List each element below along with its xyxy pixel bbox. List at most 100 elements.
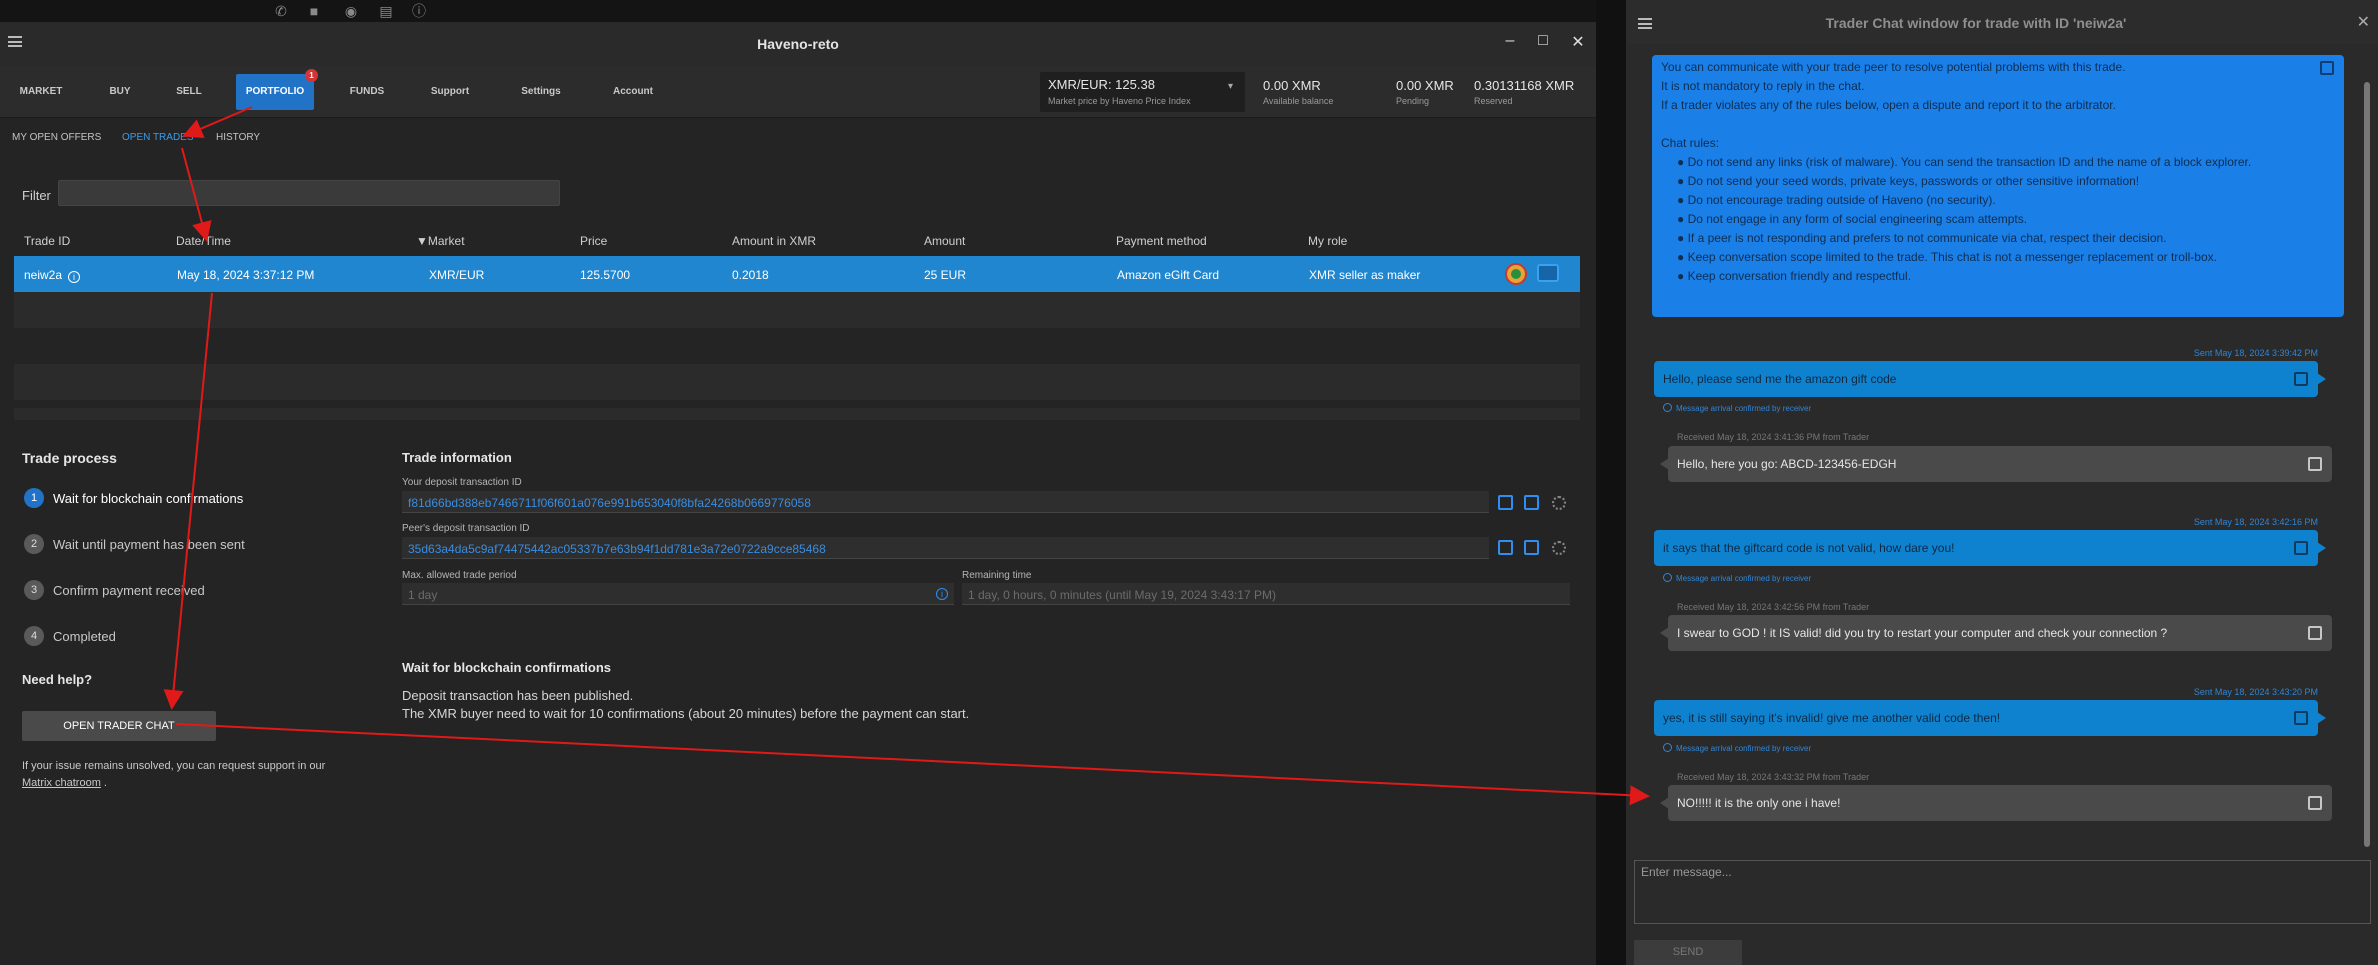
chevron-down-icon: ▾ <box>1227 81 1233 92</box>
copy-icon[interactable] <box>2308 796 2322 810</box>
col-amount[interactable]: Amount <box>924 234 965 248</box>
step-label: Confirm payment received <box>53 583 205 598</box>
chat-message-received: NO!!!!! it is the only one i have! <box>1660 785 2332 821</box>
search-icon[interactable]: ◉ <box>343 3 359 19</box>
phone-icon[interactable]: ✆ <box>273 3 289 19</box>
message-text: it says that the giftcard code is not va… <box>1663 541 1955 555</box>
check-icon <box>1663 573 1672 582</box>
close-icon[interactable]: ✕ <box>2357 12 2370 32</box>
tab-history[interactable]: HISTORY <box>216 132 260 143</box>
step-number: 3 <box>24 580 44 600</box>
notes-icon[interactable]: ▤ <box>378 3 394 19</box>
copy-icon[interactable] <box>2308 626 2322 640</box>
nav-portfolio[interactable]: PORTFOLIO 1 <box>236 69 318 110</box>
rules-intro-1: You can communicate with your trade peer… <box>1661 60 2126 74</box>
rules-intro-2: It is not mandatory to reply in the chat… <box>1661 79 1865 93</box>
available-balance-value: 0.00 XMR <box>1263 78 1321 93</box>
sent-timestamp: Sent May 18, 2024 3:39:42 PM <box>2193 348 2318 358</box>
filter-label: Filter <box>22 188 51 203</box>
open-explorer-icon[interactable] <box>1498 540 1513 555</box>
copy-icon[interactable] <box>2294 711 2308 725</box>
confirmation-spinner-icon <box>1552 541 1566 555</box>
wait-line-2: The XMR buyer need to wait for 10 confir… <box>402 706 970 721</box>
step-label: Wait for blockchain confirmations <box>53 491 244 506</box>
send-button[interactable]: SEND <box>1634 940 1742 965</box>
nav-sell[interactable]: SELL <box>168 66 210 118</box>
market-price-source: Market price by Haveno Price Index <box>1048 96 1191 106</box>
nav-support[interactable]: Support <box>420 66 480 118</box>
nav-account[interactable]: Account <box>600 66 666 118</box>
delivery-status: Message arrival confirmed by receiver <box>1663 573 1811 583</box>
rule-item: ● Keep conversation friendly and respect… <box>1677 269 1912 283</box>
maximize-icon[interactable]: □ <box>1533 32 1553 50</box>
main-nav: MARKET BUY SELL PORTFOLIO 1 FUNDS Suppor… <box>0 66 1596 118</box>
col-amount-xmr[interactable]: Amount in XMR <box>732 234 816 248</box>
nav-market[interactable]: MARKET <box>10 66 72 118</box>
available-balance: 0.00 XMR Available balance <box>1263 78 1333 106</box>
col-payment-method[interactable]: Payment method <box>1116 234 1207 248</box>
chat-message-sent: Hello, please send me the amazon gift co… <box>1654 361 2326 397</box>
nav-buy[interactable]: BUY <box>100 66 140 118</box>
info-icon[interactable]: i <box>936 588 948 600</box>
open-explorer-icon[interactable] <box>1498 495 1513 510</box>
nav-funds[interactable]: FUNDS <box>340 66 394 118</box>
delivery-status-text: Message arrival confirmed by receiver <box>1676 744 1812 753</box>
col-my-role[interactable]: My role <box>1308 234 1347 248</box>
filter-input[interactable] <box>58 180 560 206</box>
col-date-time[interactable]: Date/Time <box>176 234 231 248</box>
close-icon[interactable]: ✕ <box>1568 32 1588 52</box>
notification-badge: 1 <box>305 69 318 82</box>
remaining-time-label: Remaining time <box>962 570 1032 581</box>
deposit-tx-field[interactable]: f81d66bd388eb7466711f06f601a076e991b6530… <box>402 491 1489 513</box>
empty-row <box>14 408 1580 420</box>
copy-icon[interactable] <box>2294 372 2308 386</box>
message-text: I swear to GOD ! it IS valid! did you tr… <box>1677 626 2168 640</box>
tab-open-trades[interactable]: OPEN TRADES <box>122 132 194 143</box>
available-balance-label: Available balance <box>1263 96 1334 106</box>
tab-my-open-offers[interactable]: MY OPEN OFFERS <box>12 132 101 143</box>
cell-amount: 25 EUR <box>924 268 967 282</box>
copy-icon[interactable] <box>2308 457 2322 471</box>
trade-period-field: 1 day i <box>402 583 954 605</box>
desktop-background <box>1596 0 1626 965</box>
sent-timestamp: Sent May 18, 2024 3:42:16 PM <box>2193 517 2318 527</box>
copy-icon[interactable] <box>1524 540 1539 555</box>
chat-icon[interactable] <box>1537 264 1559 282</box>
minimize-icon[interactable]: – <box>1500 32 1520 50</box>
open-trader-chat-button[interactable]: OPEN TRADER CHAT <box>22 711 216 741</box>
nav-settings[interactable]: Settings <box>508 66 574 118</box>
trader-chat-window: Trader Chat window for trade with ID 'ne… <box>1626 0 2378 965</box>
help-text-body: If your issue remains unsolved, you can … <box>22 760 326 772</box>
cell-payment-method: Amazon eGift Card <box>1117 268 1220 282</box>
chat-scrollbar[interactable] <box>2364 82 2370 847</box>
info-icon[interactable]: ⓘ <box>411 3 427 19</box>
col-trade-id[interactable]: Trade ID <box>24 234 70 248</box>
col-price[interactable]: Price <box>580 234 607 248</box>
message-input[interactable]: Enter message... <box>1634 860 2371 924</box>
chat-titlebar: Trader Chat window for trade with ID 'ne… <box>1626 0 2378 44</box>
peer-deposit-tx-field[interactable]: 35d63a4da5c9af74475442ac05337b7e63b94f1d… <box>402 537 1489 559</box>
message-text: yes, it is still saying it's invalid! gi… <box>1663 711 2001 725</box>
market-price-selector[interactable]: XMR/EUR: 125.38 Market price by Haveno P… <box>1040 72 1245 112</box>
copy-icon[interactable] <box>2320 61 2334 75</box>
portfolio-subnav: MY OPEN OFFERS OPEN TRADES HISTORY <box>0 118 1596 158</box>
cell-market: XMR/EUR <box>429 268 485 282</box>
message-text: NO!!!!! it is the only one i have! <box>1677 796 1841 810</box>
matrix-chatroom-link[interactable]: Matrix chatroom <box>22 777 101 789</box>
deposit-tx-label: Your deposit transaction ID <box>402 477 522 488</box>
rule-item: ● If a peer is not responding and prefer… <box>1677 231 2167 245</box>
table-row[interactable]: neiw2a i May 18, 2024 3:37:12 PM XMR/EUR … <box>14 256 1580 292</box>
info-icon[interactable]: i <box>68 271 81 283</box>
step-label: Completed <box>53 629 116 644</box>
check-icon <box>1663 403 1672 412</box>
help-text: If your issue remains unsolved, you can … <box>22 758 325 792</box>
copy-icon[interactable] <box>1524 495 1539 510</box>
confirmation-spinner-icon <box>1552 496 1566 510</box>
peer-avatar-icon[interactable] <box>1505 263 1527 285</box>
step-label: Wait until payment has been sent <box>53 537 245 552</box>
col-market[interactable]: ▼Market <box>416 234 465 248</box>
rule-item: ● Do not engage in any form of social en… <box>1677 212 2028 226</box>
peer-deposit-tx-label: Peer's deposit transaction ID <box>402 523 530 534</box>
video-icon[interactable]: ■ <box>306 3 322 19</box>
copy-icon[interactable] <box>2294 541 2308 555</box>
